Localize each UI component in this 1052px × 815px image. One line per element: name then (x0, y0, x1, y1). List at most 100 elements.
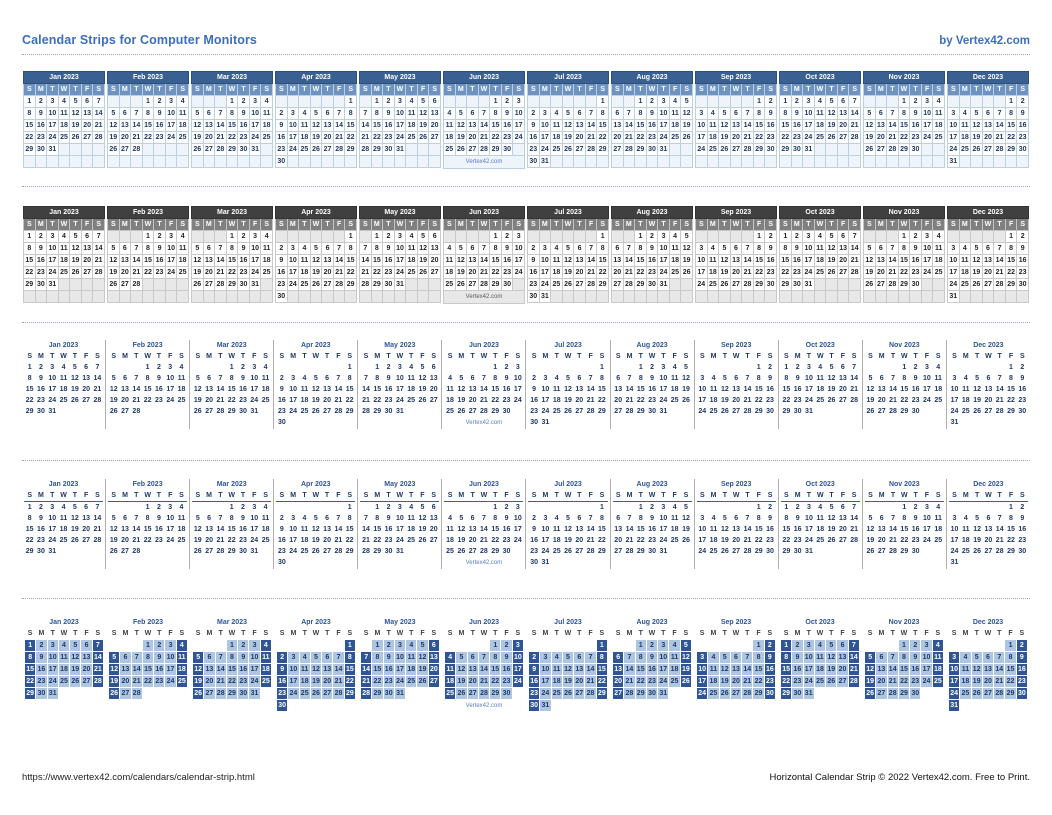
week-row: 12 (697, 502, 776, 514)
calendar-day-cell: 1 (752, 230, 766, 243)
calendar-empty-cell (477, 95, 491, 108)
calendar-day-cell: 23 (909, 131, 922, 144)
calendar-day-cell: 2 (527, 651, 541, 664)
calendar-day-cell: 17 (695, 675, 709, 688)
calendar-day-cell: 4 (813, 230, 827, 243)
calendar-empty-cell (203, 362, 214, 373)
week-row: 19 20 21 22 23 24 25 (107, 131, 189, 144)
calendar-day-cell: 23 (645, 675, 659, 688)
calendar-day-cell: 25 (260, 266, 273, 279)
calendar-day-cell: 6 (577, 375, 582, 382)
calendar-day-cell: 2 (790, 95, 804, 108)
calendar-day-cell: 8 (23, 107, 36, 120)
month-table: Jul 2023 S M T W T F S 1 2 3 4 5 6 7 8 9 10 11 12 13 14 15 16 1… (527, 617, 609, 712)
calendar-empty-cell (477, 230, 491, 243)
calendar-day-cell: 1 (371, 639, 384, 652)
calendar-day-cell: 23 (275, 278, 288, 291)
calendar-day-cell: 29 (636, 408, 645, 415)
calendar-day-cell: 5 (825, 230, 838, 243)
calendar-day-cell: 8 (1004, 107, 1018, 120)
day-of-week-header: F (924, 353, 930, 360)
calendar-empty-cell (333, 557, 344, 568)
calendar-day-cell: 31 (541, 419, 550, 426)
calendar-day-cell: 22 (491, 537, 500, 544)
calendar-day-cell: 23 (1015, 675, 1029, 688)
calendar-day-cell: 8 (752, 107, 766, 120)
calendar-day-cell: 7 (997, 375, 1002, 382)
calendar-day-cell: 18 (668, 254, 682, 267)
week-row (25, 700, 104, 712)
day-of-week-header: M (118, 218, 132, 231)
week-row: 21 22 23 24 25 26 27 (359, 131, 441, 144)
calendar-empty-cell (836, 143, 850, 156)
calendar-day-cell: 14 (91, 651, 105, 664)
week-row: 1234 (192, 502, 271, 514)
week-row: 8 9 10 11 12 13 14 (779, 651, 861, 664)
month-block: Jul 2023 S M T W T F S 1 2 3 4 5 6 7 8 9 10 11 12 13 14 15 16 1… (525, 479, 609, 569)
calendar-day-cell: 16 (277, 537, 286, 544)
calendar-day-cell: 28 (92, 266, 105, 279)
calendar-day-cell: 8 (897, 242, 911, 255)
day-of-week-header: S (512, 83, 525, 96)
calendar-empty-cell (120, 640, 131, 652)
calendar-day-cell: 12 (191, 119, 204, 132)
calendar-day-cell: 9 (1016, 242, 1029, 255)
month-block: Jan 2023 S M T W T F S 1 2 3 4 5 6 7 8 9 10 11 12 13 14 15 16 17… (22, 71, 106, 169)
calendar-empty-cell (815, 417, 826, 428)
calendar-day-cell: 8 (634, 651, 647, 664)
day-of-week-header: S (1016, 218, 1029, 231)
calendar-empty-cell (981, 230, 995, 243)
calendar-day-cell: 23 (648, 397, 656, 404)
day-of-week-header: T (134, 630, 139, 637)
calendar-day-cell: 12 (191, 663, 205, 676)
day-of-week-header: M (960, 490, 972, 502)
calendar-day-cell: 22 (225, 675, 239, 688)
week-row: 26 27 28 (108, 546, 187, 557)
calendar-empty-cell (585, 502, 596, 514)
month-header: May 2023 (359, 71, 441, 84)
week-row: 12 (697, 362, 776, 373)
calendar-empty-cell (909, 155, 922, 168)
calendar-empty-cell (142, 406, 153, 417)
calendar-day-cell: 4 (259, 639, 273, 652)
calendar-empty-cell (729, 95, 743, 108)
week-row: 3456789 (695, 242, 777, 255)
day-of-week-header: S (431, 353, 437, 360)
week-row: 31 (947, 699, 1028, 712)
calendar-empty-cell (176, 688, 187, 700)
calendar-day-cell: 1 (897, 95, 911, 108)
calendar-day-cell: 21 (741, 675, 754, 688)
calendar-day-cell: 7 (741, 242, 754, 255)
month-header: Nov 2023 (888, 342, 920, 349)
calendar-day-cell: 1 (27, 504, 32, 511)
calendar-day-cell: 25 (261, 537, 270, 544)
calendar-day-cell: 29 (23, 278, 36, 291)
calendar-day-cell: 30 (527, 155, 540, 168)
calendar-day-cell: 17 (923, 386, 931, 393)
day-of-week-header: S (599, 353, 605, 360)
calendar-day-cell: 16 (909, 119, 922, 132)
calendar-day-cell: 26 (561, 143, 575, 156)
week-row: 12 (947, 230, 1029, 243)
week-row: 16 17 18 19 20 21 22 (528, 395, 607, 406)
week-row: 30 (275, 699, 356, 712)
calendar-day-cell: 5 (684, 364, 688, 371)
calendar-day-cell: 4 (550, 242, 563, 255)
calendar-day-cell: 15 (345, 386, 354, 393)
calendar-day-cell: 16 (645, 254, 659, 267)
month-header: Jan 2023 (48, 342, 79, 349)
calendar-day-cell: 19 (679, 663, 693, 676)
calendar-day-cell: 10 (287, 663, 300, 676)
calendar-empty-cell (982, 640, 993, 652)
calendar-empty-cell (669, 688, 680, 700)
calendar-day-cell: 6 (616, 375, 621, 382)
footer-url[interactable]: https://www.vertex42.com/calendars/calen… (22, 772, 255, 783)
calendar-day-cell: 22 (752, 675, 765, 688)
day-of-week-header: S (447, 630, 453, 637)
calendar-day-cell: 8 (371, 651, 384, 664)
calendar-day-cell: 20 (119, 675, 132, 688)
week-row: 5 6 7 8 9 10 11 (863, 651, 945, 664)
calendar-day-cell: 11 (813, 242, 827, 255)
strip-divider (22, 598, 1030, 599)
calendar-day-cell: 23 (793, 397, 802, 404)
